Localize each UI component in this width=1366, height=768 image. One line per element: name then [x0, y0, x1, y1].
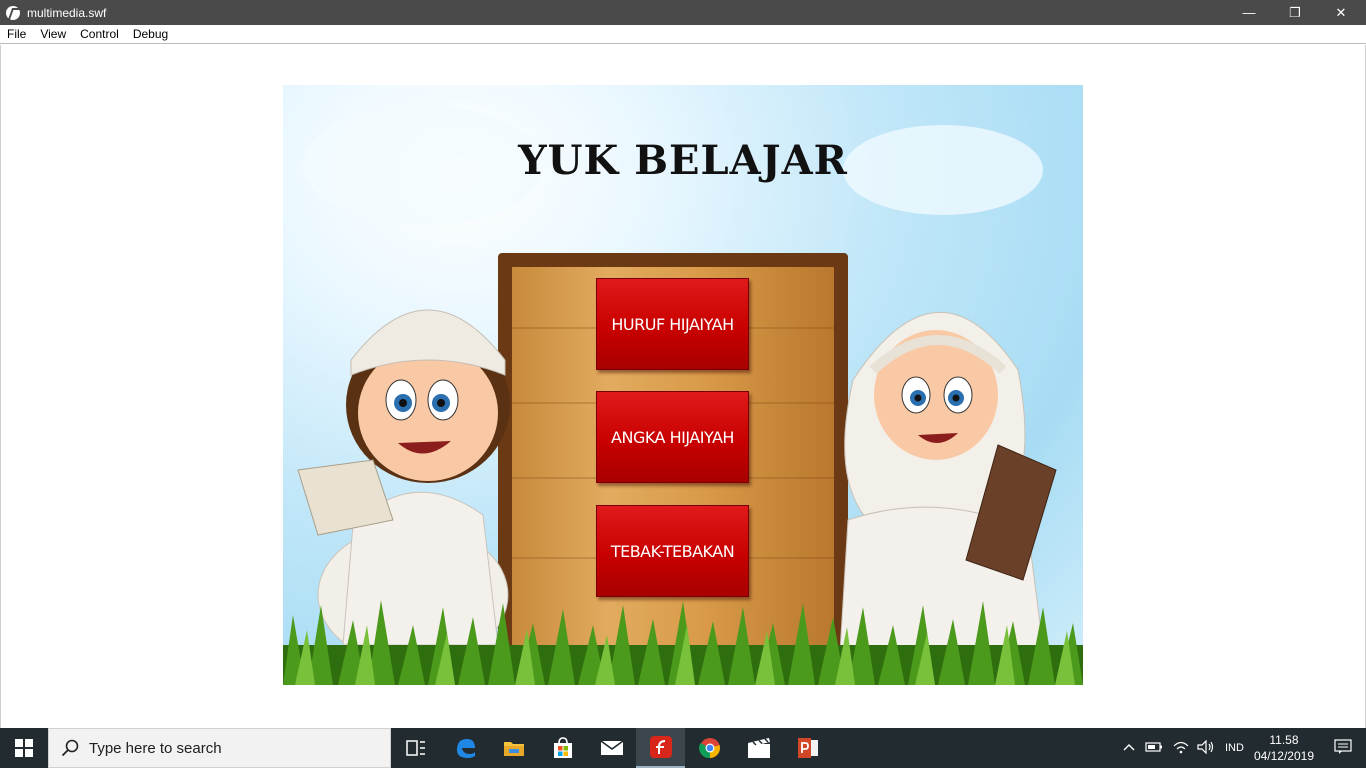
window-title-bar: multimedia.swf — ❐ ✕: [0, 0, 1366, 25]
menu-control[interactable]: Control: [73, 27, 126, 41]
clock-date: 04/12/2019: [1253, 749, 1314, 763]
flash-player-icon: [6, 5, 20, 20]
taskbar-powerpoint[interactable]: [783, 728, 832, 768]
huruf-hijaiyah-button[interactable]: HURUF HIJAIYAH: [596, 278, 749, 370]
input-language[interactable]: IND: [1225, 742, 1244, 754]
chrome-icon: [698, 738, 720, 759]
flash-icon: [649, 736, 672, 758]
file-explorer-icon: [503, 742, 524, 756]
angka-hijaiyah-button[interactable]: ANGKA HIJAIYAH: [596, 391, 749, 483]
taskbar-flash-player[interactable]: [636, 728, 685, 768]
grass-foreground: [283, 600, 1083, 685]
store-icon: [553, 737, 572, 758]
taskbar-mail[interactable]: [587, 728, 636, 768]
task-view-icon: [405, 740, 425, 756]
window-title: multimedia.swf: [27, 5, 107, 20]
taskbar-store[interactable]: [538, 728, 587, 768]
mail-icon: [600, 740, 623, 755]
minimize-button[interactable]: —: [1226, 0, 1272, 25]
notification-icon: [1334, 738, 1352, 754]
taskbar-file-explorer[interactable]: [489, 728, 538, 768]
menu-bar: File View Control Debug: [0, 25, 1366, 44]
tebak-tebakan-button[interactable]: TEBAK-TEBAKAN: [596, 505, 749, 597]
taskbar-clock[interactable]: 11.58 04/12/2019: [1254, 732, 1314, 764]
edge-icon: [456, 739, 475, 758]
system-tray: IND 11.58 04/12/2019: [1123, 728, 1366, 768]
taskbar: Type here to search IND 11.58 04/12/2019: [0, 728, 1366, 768]
clock-time: 11.58: [1269, 733, 1299, 747]
taskbar-edge[interactable]: [440, 728, 489, 768]
search-icon: [61, 739, 79, 757]
powerpoint-icon: [797, 738, 818, 758]
close-button[interactable]: ✕: [1318, 0, 1364, 25]
action-center-button[interactable]: [1334, 738, 1352, 758]
taskbar-search-box[interactable]: Type here to search: [48, 728, 391, 768]
taskbar-chrome[interactable]: [685, 728, 734, 768]
wifi-icon[interactable]: [1173, 740, 1189, 757]
flash-stage: YUK BELAJAR HURUF HIJAIYAH ANGKA HIJAIYA…: [283, 85, 1083, 685]
stage-title: YUK BELAJAR: [518, 137, 848, 184]
movie-maker-icon: [747, 738, 770, 758]
task-view-button[interactable]: [391, 728, 440, 768]
windows-icon: [15, 739, 33, 757]
battery-icon[interactable]: [1145, 741, 1163, 756]
restore-button[interactable]: ❐: [1272, 0, 1318, 25]
chevron-up-icon[interactable]: [1123, 742, 1135, 754]
menu-view[interactable]: View: [33, 27, 73, 41]
volume-icon[interactable]: [1197, 739, 1215, 757]
menu-file[interactable]: File: [0, 27, 33, 41]
search-placeholder: Type here to search: [89, 739, 222, 757]
menu-debug[interactable]: Debug: [126, 27, 175, 41]
taskbar-movie-maker[interactable]: [734, 728, 783, 768]
start-button[interactable]: [0, 728, 48, 768]
